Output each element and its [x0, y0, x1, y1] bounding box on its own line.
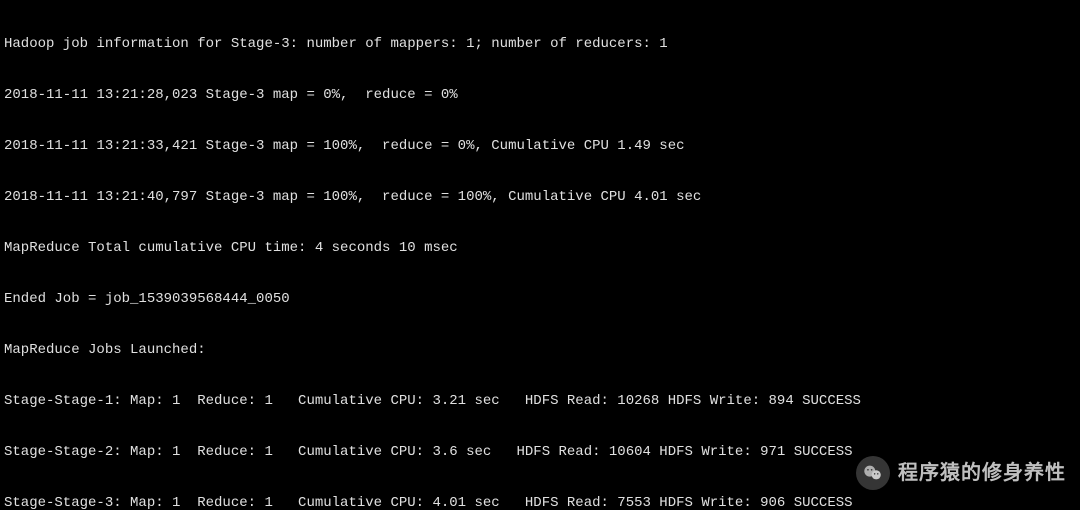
stage-summary-line: Stage-Stage-3: Map: 1 Reduce: 1 Cumulati… [4, 495, 1076, 510]
log-line: MapReduce Total cumulative CPU time: 4 s… [4, 240, 1076, 257]
log-line: 2018-11-11 13:21:28,023 Stage-3 map = 0%… [4, 87, 1076, 104]
stage-summary-line: Stage-Stage-1: Map: 1 Reduce: 1 Cumulati… [4, 393, 1076, 410]
log-line: Hadoop job information for Stage-3: numb… [4, 36, 1076, 53]
log-line: 2018-11-11 13:21:40,797 Stage-3 map = 10… [4, 189, 1076, 206]
log-line: 2018-11-11 13:21:33,421 Stage-3 map = 10… [4, 138, 1076, 155]
watermark-text: 程序猿的修身养性 [898, 465, 1066, 482]
log-line: Ended Job = job_1539039568444_0050 [4, 291, 1076, 308]
log-line: MapReduce Jobs Launched: [4, 342, 1076, 359]
wechat-icon [856, 456, 890, 490]
watermark: 程序猿的修身养性 [856, 456, 1066, 490]
terminal-output: Hadoop job information for Stage-3: numb… [0, 0, 1080, 510]
